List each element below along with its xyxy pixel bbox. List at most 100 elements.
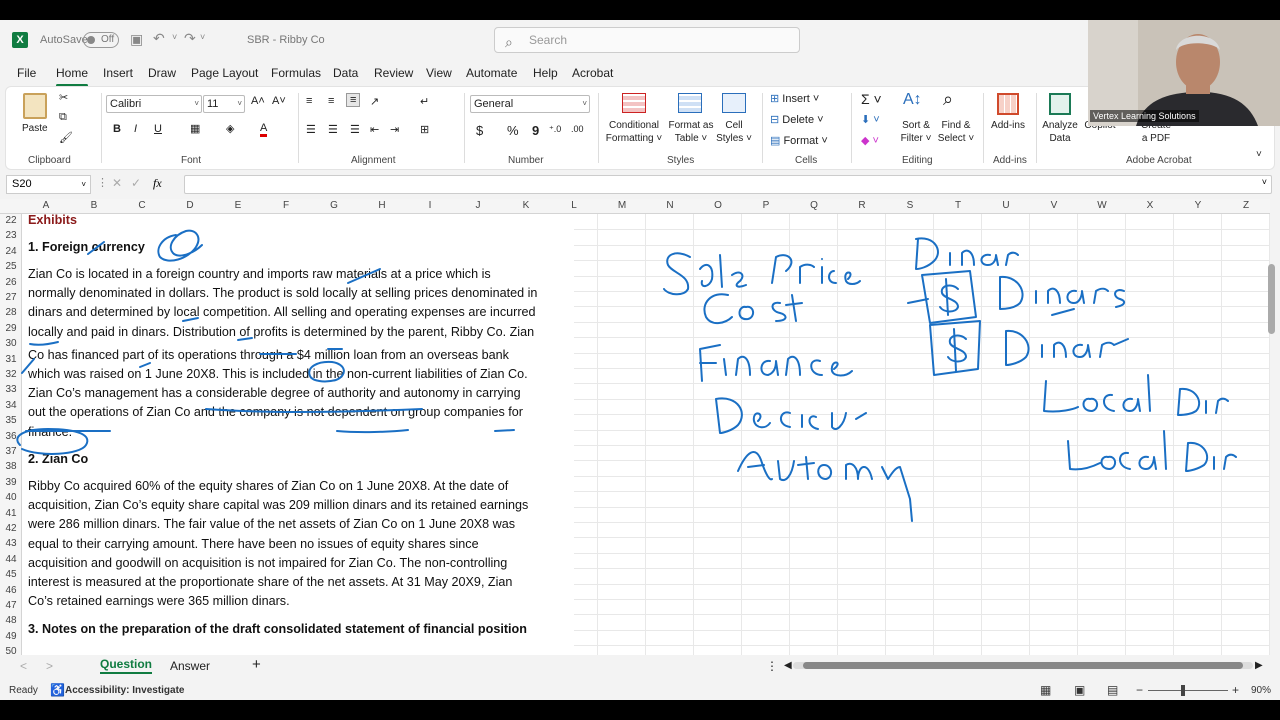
font-color-icon[interactable]: A (260, 122, 268, 137)
horizontal-scroll-thumb[interactable] (803, 662, 1243, 669)
merge-center-icon[interactable]: ⊞ (420, 123, 429, 136)
worksheet-grid[interactable]: ABCDEFGHIJKLMNOPQRSTUVWXYZ 22 23 24 25 26 27 2… (0, 199, 1270, 655)
align-center-icon[interactable]: ☰ (328, 123, 338, 136)
tab-acrobat[interactable]: Acrobat (572, 66, 613, 80)
scroll-left-icon[interactable]: ◀ (784, 660, 792, 671)
decrease-font-icon[interactable]: A˅ (272, 95, 286, 107)
add-ins-button[interactable]: Add-ins (988, 119, 1028, 132)
zoom-slider-thumb[interactable] (1181, 685, 1185, 696)
vertical-scrollbar[interactable] (1268, 214, 1276, 650)
tab-view[interactable]: View (426, 66, 452, 80)
tab-insert[interactable]: Insert (103, 66, 133, 80)
vertical-scroll-thumb[interactable] (1268, 264, 1275, 334)
tab-draw[interactable]: Draw (148, 66, 176, 80)
normal-view-icon[interactable]: ▦ (1040, 683, 1051, 697)
format-painter-icon[interactable]: 🖌 (59, 131, 73, 144)
bold-button[interactable]: B (113, 123, 121, 135)
copy-icon[interactable]: ⧉ (59, 111, 67, 124)
borders-icon[interactable]: ▦ (190, 122, 200, 135)
percent-button[interactable]: % (507, 123, 519, 138)
page-break-view-icon[interactable]: ▤ (1107, 683, 1118, 697)
tab-formulas[interactable]: Formulas (271, 66, 321, 80)
wrap-text-icon[interactable]: ↵ (420, 95, 429, 108)
accessibility-status[interactable]: Accessibility: Investigate (65, 685, 185, 696)
underline-button[interactable]: U (154, 123, 162, 135)
italic-button[interactable]: I (134, 123, 137, 135)
zoom-in-icon[interactable]: + (1232, 683, 1239, 697)
font-name-select[interactable]: Calibri ˅ (106, 95, 202, 113)
decrease-decimal-icon[interactable]: .00 (571, 124, 584, 134)
align-middle-icon[interactable]: ≡ (328, 95, 334, 107)
customize-toolbar-icon[interactable]: ˅ (200, 32, 205, 42)
document-title[interactable]: SBR - Ribby Co (247, 34, 325, 46)
cell-styles-button[interactable]: Cell Styles ˅ (714, 119, 754, 145)
increase-font-icon[interactable]: A˄ (251, 95, 265, 107)
format-as-table-icon[interactable] (678, 93, 702, 113)
tab-page-layout[interactable]: Page Layout (191, 66, 258, 80)
paste-icon[interactable] (23, 93, 47, 119)
align-bottom-icon[interactable]: ≡ (346, 93, 361, 107)
conditional-formatting-button[interactable]: Conditional Formatting ˅ (604, 119, 664, 145)
undo-icon[interactable]: ↶ (153, 30, 165, 47)
insert-cells-button[interactable]: ⊞ Insert ˅ (770, 92, 819, 105)
delete-cells-button[interactable]: ⊟ Delete ˅ (770, 113, 824, 126)
undo-dropdown-icon[interactable]: ˅ (172, 32, 177, 42)
increase-decimal-icon[interactable]: ⁺.0 (549, 124, 561, 135)
paste-button[interactable]: Paste (22, 123, 48, 134)
cell-styles-icon[interactable] (722, 93, 746, 113)
zoom-slider[interactable] (1148, 690, 1228, 691)
name-box[interactable]: S20 ˅ (6, 175, 91, 194)
format-as-table-button[interactable]: Format as Table ˅ (666, 119, 716, 145)
ribbon-collapse-icon[interactable]: ˅ (1256, 149, 1262, 160)
analyze-data-button[interactable]: Analyze Data (1040, 119, 1080, 145)
page-layout-view-icon[interactable]: ▣ (1074, 683, 1085, 697)
align-left-icon[interactable]: ☰ (306, 123, 316, 136)
orientation-icon[interactable]: ↗ (370, 95, 379, 108)
save-icon[interactable]: ▣ (130, 31, 143, 48)
tab-file[interactable]: File (17, 66, 36, 80)
align-top-icon[interactable]: ≡ (306, 95, 312, 107)
formula-input[interactable]: ˅ (184, 175, 1272, 194)
more-options-icon[interactable]: ⋮ (97, 176, 108, 189)
cut-icon[interactable]: ✂ (59, 91, 68, 104)
comma-button[interactable]: 9 (532, 123, 539, 138)
scroll-right-icon[interactable]: ▶ (1255, 660, 1263, 671)
fill-color-icon[interactable]: ◈ (226, 122, 234, 135)
clear-icon[interactable]: ◆ ˅ (861, 134, 879, 147)
tab-help[interactable]: Help (533, 66, 558, 80)
redo-icon[interactable]: ↷ (184, 30, 196, 47)
horizontal-scrollbar[interactable] (793, 662, 1253, 669)
zoom-level[interactable]: 90% (1251, 685, 1271, 696)
next-sheet-icon[interactable]: > (46, 659, 53, 673)
number-format-select[interactable]: General ˅ (470, 95, 590, 113)
add-ins-icon[interactable] (997, 93, 1019, 115)
cancel-icon[interactable]: ✕ (112, 176, 122, 190)
add-sheet-icon[interactable]: + (252, 656, 261, 673)
sheet-tab-question[interactable]: Question (100, 657, 153, 674)
sort-filter-button[interactable]: Sort & Filter ˅ (896, 119, 936, 145)
tab-review[interactable]: Review (374, 66, 413, 80)
find-select-icon[interactable]: ⌕ (943, 89, 953, 110)
autosum-icon[interactable]: Σ ˅ (861, 91, 882, 107)
analyze-data-icon[interactable] (1049, 93, 1071, 115)
decrease-indent-icon[interactable]: ⇤ (370, 123, 379, 136)
fill-icon[interactable]: ⬇ ˅ (861, 113, 880, 126)
format-cells-button[interactable]: ▤ Format ˅ (770, 134, 828, 147)
align-right-icon[interactable]: ☰ (350, 123, 360, 136)
tab-options-icon[interactable]: ⋮ (766, 659, 778, 673)
conditional-formatting-icon[interactable] (622, 93, 646, 113)
enter-icon[interactable]: ✓ (131, 176, 141, 190)
sort-filter-icon[interactable]: A↕ (903, 91, 922, 109)
tab-data[interactable]: Data (333, 66, 358, 80)
find-select-button[interactable]: Find & Select ˅ (934, 119, 978, 145)
tab-automate[interactable]: Automate (466, 66, 517, 80)
prev-sheet-icon[interactable]: < (20, 659, 27, 673)
tab-home[interactable]: Home (56, 66, 88, 80)
currency-button[interactable]: $ (476, 123, 483, 138)
font-size-select[interactable]: 11 ˅ (203, 95, 245, 113)
insert-function-button[interactable]: fx (153, 176, 162, 191)
autosave-toggle[interactable]: Off (83, 32, 119, 48)
zoom-out-icon[interactable]: − (1136, 683, 1143, 697)
increase-indent-icon[interactable]: ⇥ (390, 123, 399, 136)
sheet-tab-answer[interactable]: Answer (170, 659, 210, 673)
